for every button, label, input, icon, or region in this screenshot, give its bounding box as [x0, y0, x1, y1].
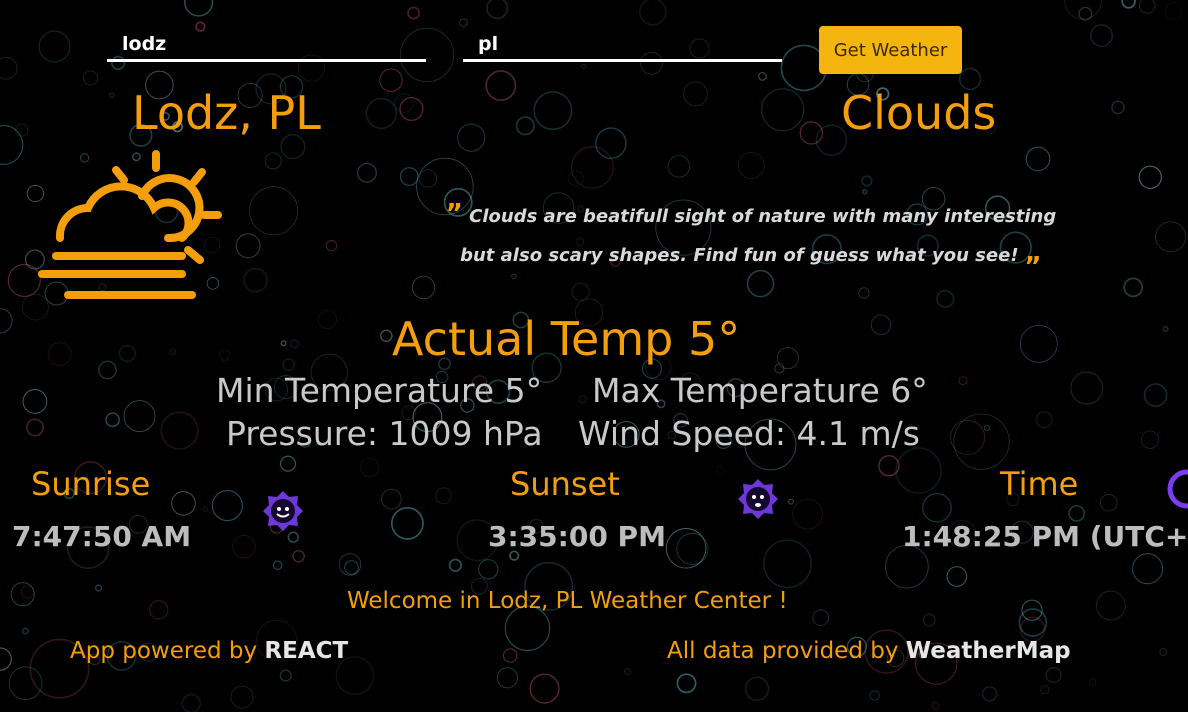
min-temp: Min Temperature 5° [216, 371, 543, 410]
sun-behind-cloud-fog-icon [38, 150, 222, 299]
sunset-value: 3:35:00 PM [488, 520, 666, 553]
location-title: Lodz, PL [132, 86, 321, 140]
data-provider: All data provided by WeatherMap [667, 638, 1071, 664]
city-input[interactable] [107, 28, 426, 62]
condition-title: Clouds [841, 86, 997, 140]
powered-by-prefix: App powered by [70, 638, 265, 664]
powered-by: App powered by REACT [70, 638, 348, 664]
weathermap-brand: WeatherMap [905, 638, 1071, 664]
open-quote-mark: ” [445, 199, 463, 229]
sunrise-value: 7:47:50 AM [12, 520, 192, 553]
sad-badge-icon [738, 479, 778, 519]
welcome-message: Welcome in Lodz, PL Weather Center ! [347, 588, 788, 614]
close-quote-mark: „ [1024, 238, 1042, 268]
pressure: Pressure: 1009 hPa [226, 414, 543, 453]
smiley-badge-icon [263, 491, 303, 531]
time-label: Time [1000, 465, 1079, 503]
partial-badge-icon [1167, 469, 1188, 509]
condition-quote: ” Clouds are beatifull sight of nature w… [428, 196, 1074, 274]
quote-text: Clouds are beatifull sight of nature wit… [460, 206, 1057, 266]
data-provider-prefix: All data provided by [667, 638, 906, 664]
actual-temp: Actual Temp 5° [392, 312, 741, 366]
wind-speed: Wind Speed: 4.1 m/s [578, 414, 920, 453]
sunrise-label: Sunrise [31, 465, 151, 503]
get-weather-button[interactable]: Get Weather [819, 26, 962, 74]
react-brand: REACT [264, 638, 349, 664]
country-input[interactable] [463, 28, 782, 62]
time-value: 1:48:25 PM (UTC+ 1) [902, 520, 1188, 553]
max-temp: Max Temperature 6° [592, 371, 928, 410]
sunset-label: Sunset [510, 465, 620, 503]
